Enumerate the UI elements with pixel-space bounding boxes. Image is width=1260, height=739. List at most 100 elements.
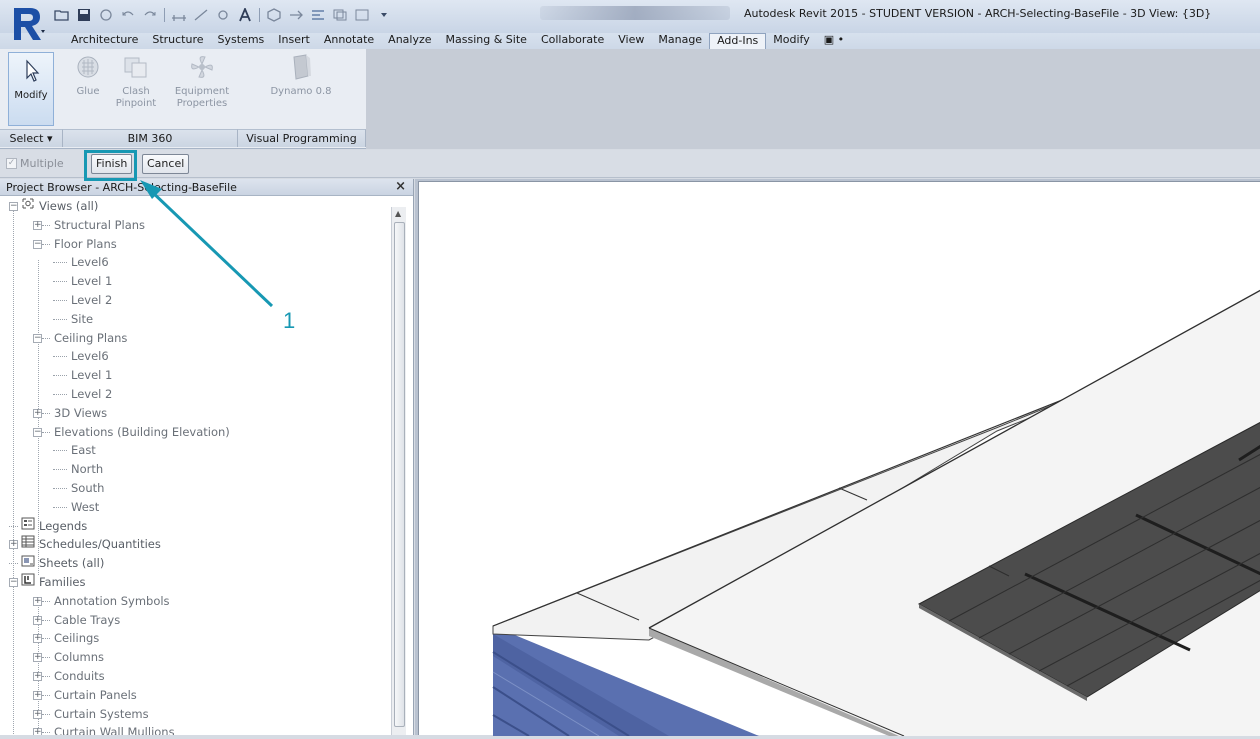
tree-item-curtain-panels[interactable]: + Curtain Panels — [33, 686, 137, 705]
tree-item-level-2[interactable]: Level 2 — [53, 385, 112, 404]
view-3d-canvas[interactable] — [418, 181, 1260, 737]
glue-label: Glue — [76, 86, 100, 97]
expand-icon[interactable]: + — [33, 220, 42, 230]
tab-add-ins[interactable]: Add-Ins — [709, 33, 767, 49]
collapse-icon[interactable]: − — [33, 239, 42, 249]
collapse-icon[interactable]: − — [9, 578, 18, 587]
tree-item-legends[interactable]: Legends — [9, 517, 87, 536]
tree-item-level-2[interactable]: Level 2 — [53, 291, 113, 310]
scrollbar-thumb[interactable] — [394, 222, 405, 727]
tree-item-south[interactable]: South — [53, 479, 104, 498]
collapse-icon[interactable]: − — [33, 427, 42, 437]
expand-icon[interactable]: + — [33, 690, 42, 700]
tree-item-columns[interactable]: + Columns — [33, 648, 104, 667]
expand-icon[interactable]: + — [33, 615, 42, 625]
tree-item-structural-plans[interactable]: + Structural Plans — [33, 216, 145, 235]
tree-connector — [53, 318, 67, 320]
close-hidden-windows-icon[interactable] — [332, 8, 348, 22]
tree-item-conduits[interactable]: + Conduits — [33, 667, 105, 686]
project-browser-scrollbar[interactable]: ▲ — [391, 207, 406, 735]
tree-item-east[interactable]: East — [53, 441, 96, 460]
switch-windows-icon[interactable] — [354, 8, 370, 22]
tree-item-level-1[interactable]: Level 1 — [53, 272, 113, 291]
tree-item-level6[interactable]: Level6 — [53, 253, 109, 272]
tree-item-ceilings[interactable]: + Ceilings — [33, 629, 99, 648]
tab-view[interactable]: View — [611, 33, 651, 49]
tab-[interactable]: ▣ • — [817, 33, 851, 49]
panel-select-dropdown[interactable]: Select ▾ — [0, 129, 63, 147]
expand-icon[interactable]: + — [33, 653, 42, 663]
tree-connector — [53, 450, 67, 452]
open-icon[interactable] — [54, 8, 70, 22]
save-icon[interactable] — [76, 8, 92, 22]
expand-icon[interactable]: + — [33, 709, 42, 719]
customize-qat-icon[interactable] — [376, 8, 392, 22]
title-blur-region — [540, 6, 730, 20]
expand-icon[interactable]: + — [33, 672, 42, 681]
revit-logo-icon[interactable] — [8, 4, 48, 44]
close-icon[interactable]: × — [395, 179, 406, 194]
text-icon[interactable] — [237, 8, 253, 22]
multiple-checkbox[interactable]: ✓ Multiple — [6, 157, 64, 170]
tab-collaborate[interactable]: Collaborate — [534, 33, 611, 49]
undo-icon[interactable] — [120, 8, 136, 22]
tree-item-annotation-symbols[interactable]: + Annotation Symbols — [33, 592, 170, 611]
tree-item-curtain-systems[interactable]: + Curtain Systems — [33, 705, 149, 724]
building-3d-model[interactable] — [419, 182, 1260, 737]
equipment-properties-button[interactable]: Equipment Properties — [170, 52, 234, 110]
tree-item-ceiling-plans[interactable]: − Ceiling Plans — [33, 329, 127, 348]
tree-item-curtain-wall-mullions[interactable]: + Curtain Wall Mullions — [33, 723, 175, 735]
tab-massing-site[interactable]: Massing & Site — [439, 33, 534, 49]
tree-item-views-all[interactable]: − Views (all) — [9, 197, 98, 216]
modify-button[interactable]: Modify — [8, 52, 54, 126]
tree-item-elevations-building-elevation[interactable]: − Elevations (Building Elevation) — [33, 423, 230, 442]
dynamo-button[interactable]: Dynamo 0.8 — [262, 52, 340, 98]
dimension-icon[interactable] — [193, 8, 209, 22]
tree-item-level6[interactable]: Level6 — [53, 347, 109, 366]
clash-pinpoint-icon — [124, 57, 147, 78]
tree-item-level-1[interactable]: Level 1 — [53, 366, 112, 385]
expand-icon[interactable]: + — [33, 408, 42, 418]
dynamo-icon — [293, 54, 311, 80]
tree-item-cable-trays[interactable]: + Cable Trays — [33, 611, 120, 630]
expand-icon[interactable]: + — [33, 596, 42, 606]
tag-icon[interactable] — [215, 8, 231, 22]
glue-button[interactable]: Glue — [68, 52, 108, 98]
tree-item-site[interactable]: Site — [53, 310, 93, 329]
tree-item-label: Level 1 — [71, 274, 113, 289]
tree-item-families[interactable]: − Families — [9, 573, 85, 592]
tab-architecture[interactable]: Architecture — [64, 33, 145, 49]
tab-modify[interactable]: Modify — [766, 33, 816, 49]
thin-lines-icon[interactable] — [310, 8, 326, 22]
collapse-icon[interactable]: − — [9, 202, 18, 211]
tab-systems[interactable]: Systems — [211, 33, 272, 49]
tree-item-west[interactable]: West — [53, 498, 99, 517]
tree-item-label: Views (all) — [39, 199, 99, 213]
clash-pinpoint-button[interactable]: Clash Pinpoint — [110, 52, 162, 110]
section-icon[interactable] — [288, 8, 304, 22]
sync-icon[interactable] — [98, 8, 114, 22]
cancel-button[interactable]: Cancel — [142, 154, 190, 174]
tab-annotate[interactable]: Annotate — [317, 33, 381, 49]
tree-item-sheets-all[interactable]: Sheets (all) — [9, 554, 104, 573]
tab-analyze[interactable]: Analyze — [381, 33, 438, 49]
tab-insert[interactable]: Insert — [271, 33, 317, 49]
tree-item-3d-views[interactable]: +3D Views — [33, 404, 107, 423]
tab-manage[interactable]: Manage — [651, 33, 709, 49]
measure-icon[interactable] — [171, 8, 187, 22]
expand-icon[interactable]: + — [9, 540, 18, 550]
default-3d-view-icon[interactable] — [266, 8, 282, 22]
tree-connector — [42, 713, 50, 715]
scroll-up-arrow-icon[interactable]: ▲ — [395, 209, 401, 218]
finish-button[interactable]: Finish — [91, 154, 133, 174]
cursor-arrow-icon — [26, 59, 40, 82]
tab-structure[interactable]: Structure — [145, 33, 210, 49]
redo-icon[interactable] — [142, 8, 158, 22]
tree-item-north[interactable]: North — [53, 460, 103, 479]
expand-icon[interactable]: + — [33, 728, 42, 735]
expand-icon[interactable]: + — [33, 634, 42, 644]
tree-item-schedules-quantities[interactable]: + Schedules/Quantities — [9, 535, 161, 554]
tree-item-floor-plans[interactable]: − Floor Plans — [33, 235, 117, 254]
collapse-icon[interactable]: − — [33, 333, 42, 343]
tree-item-label: Level 2 — [71, 293, 113, 307]
